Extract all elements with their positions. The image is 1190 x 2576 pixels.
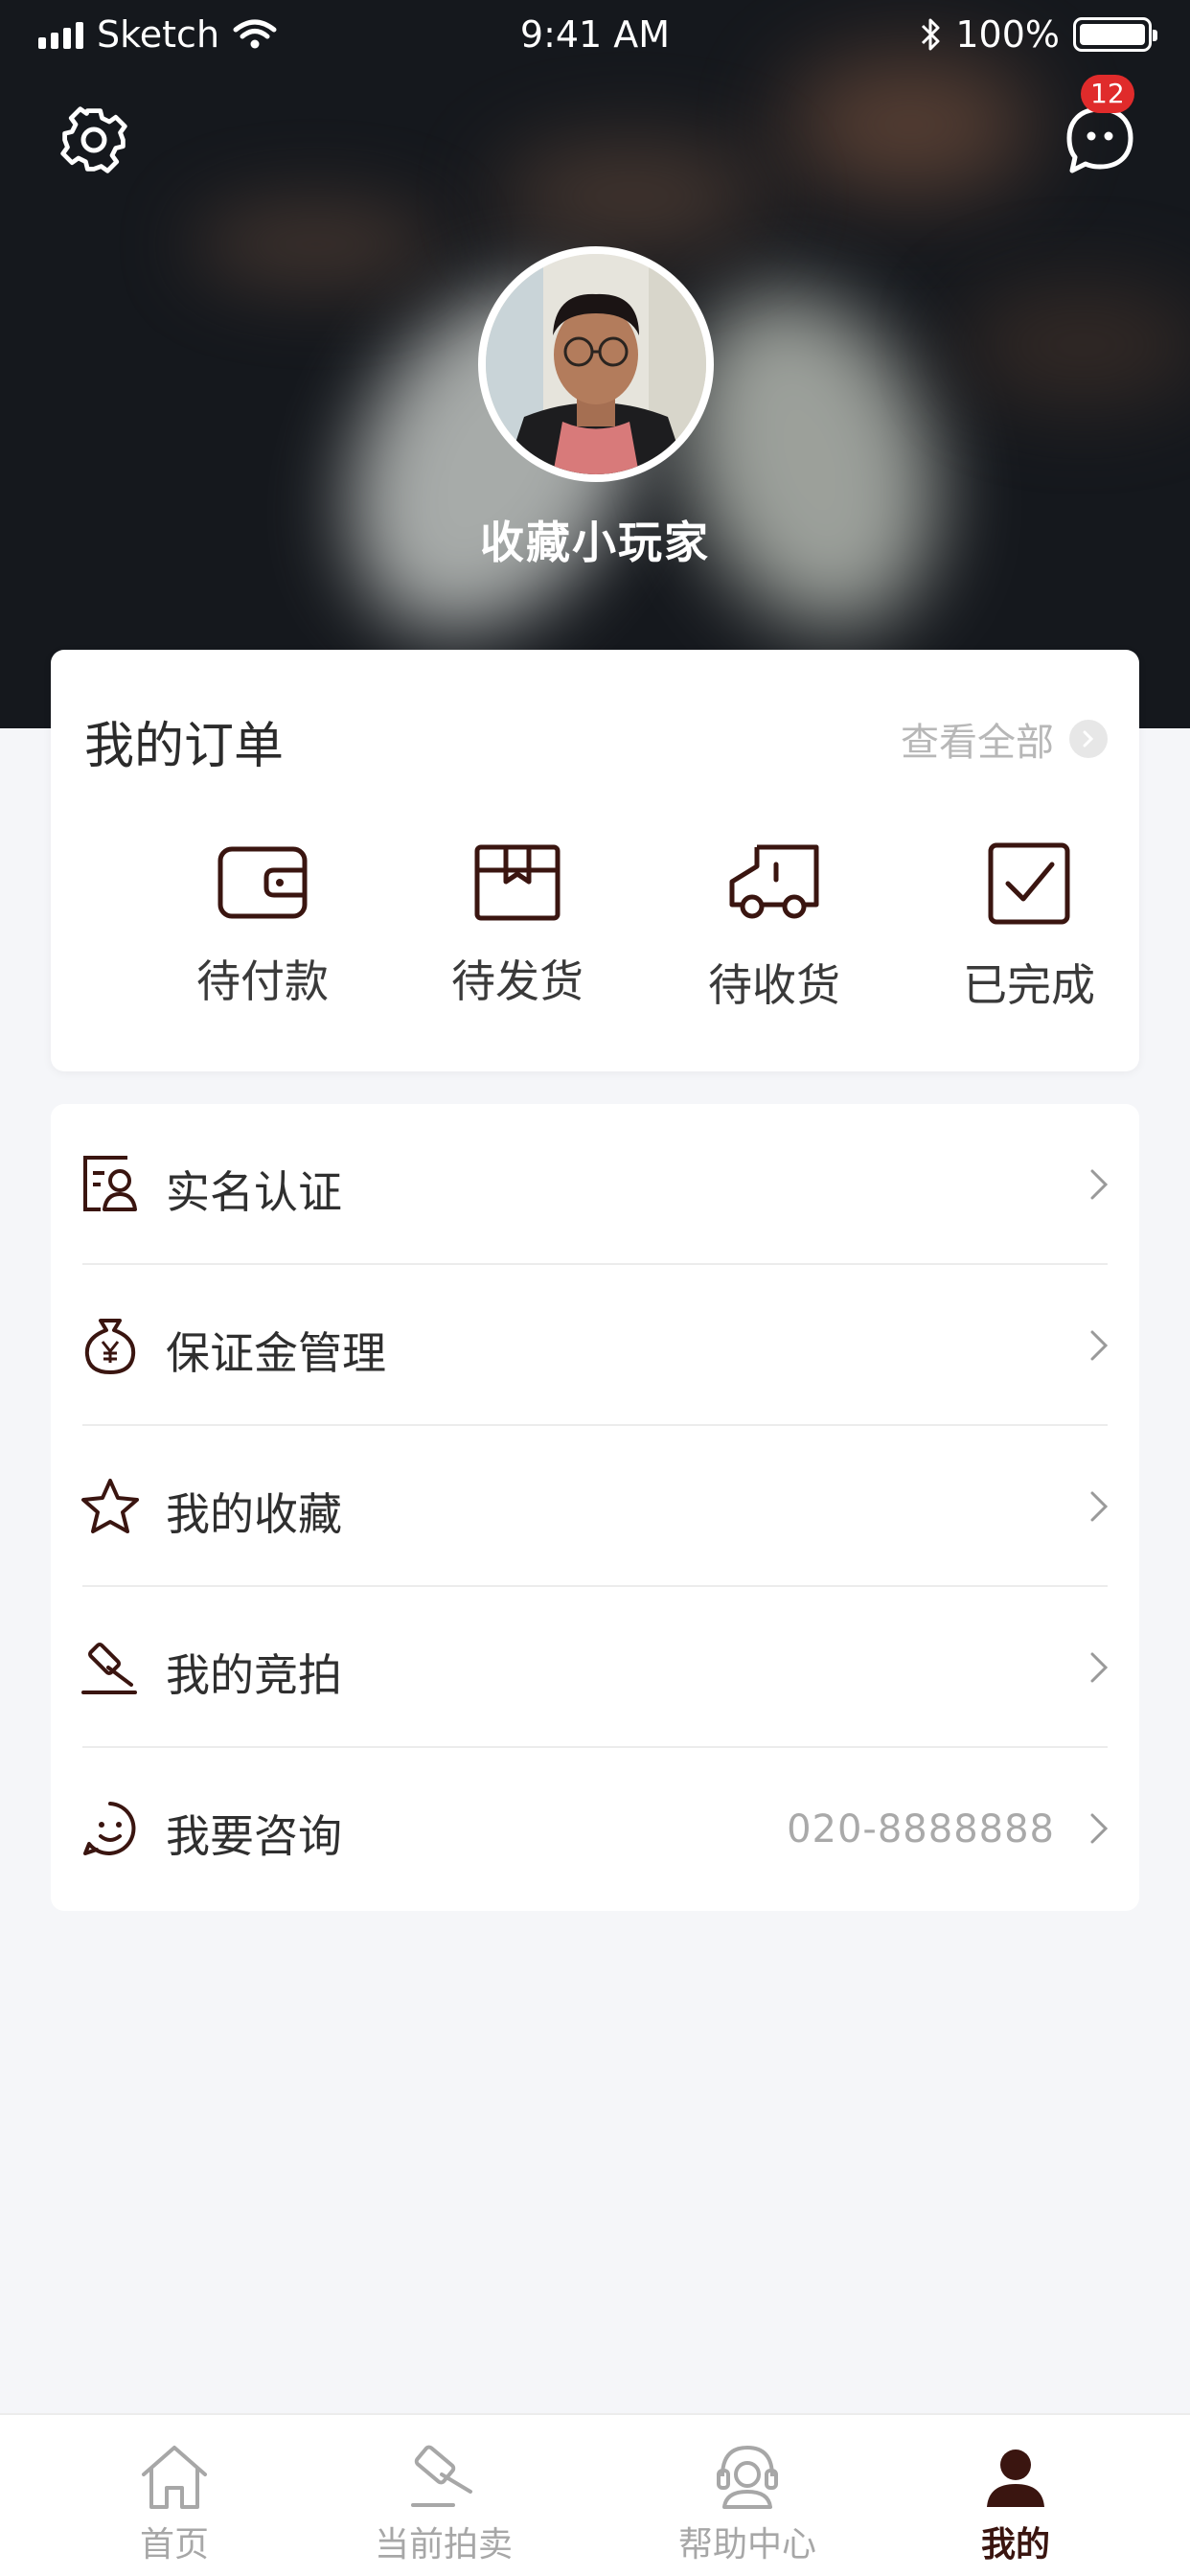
checkbox-icon bbox=[988, 842, 1070, 925]
bluetooth-icon bbox=[922, 18, 940, 51]
tab-current-auction[interactable]: 当前拍卖 bbox=[338, 2442, 549, 2566]
menu-item-label: 我的收藏 bbox=[166, 1488, 342, 1540]
star-icon bbox=[81, 1479, 139, 1533]
menu-item-real-name-verification[interactable]: 实名认证 bbox=[51, 1104, 1139, 1265]
battery-percent: 100% bbox=[955, 13, 1060, 56]
settings-menu-card: 实名认证 保证金管理 我的收藏 我的竞拍 我要咨询 020-8888888 bbox=[51, 1104, 1139, 1911]
gavel-icon bbox=[81, 1642, 137, 1694]
profile-page: Sketch 9:41 AM 100% 12 收藏小玩家 我的订单 查看全部 待… bbox=[0, 0, 1190, 2576]
consultation-phone-number[interactable]: 020-8888888 bbox=[787, 1807, 1055, 1852]
tab-mine[interactable]: 我的 bbox=[910, 2442, 1121, 2566]
menu-item-my-favorites[interactable]: 我的收藏 bbox=[51, 1426, 1139, 1587]
person-icon bbox=[987, 2450, 1044, 2507]
bottom-tab-bar: 首页 当前拍卖 帮助中心 我的 bbox=[0, 2413, 1190, 2576]
order-label: 已完成 bbox=[963, 959, 1095, 1011]
status-bar: Sketch 9:41 AM 100% bbox=[0, 0, 1190, 77]
message-count-badge: 12 bbox=[1081, 75, 1134, 113]
menu-item-label: 我要咨询 bbox=[166, 1810, 342, 1862]
headset-icon bbox=[717, 2445, 778, 2509]
tab-label: 我的 bbox=[980, 2525, 1050, 2564]
settings-button[interactable] bbox=[54, 100, 134, 180]
order-label: 待付款 bbox=[196, 955, 329, 1007]
tab-label: 帮助中心 bbox=[677, 2525, 816, 2564]
tab-help-center[interactable]: 帮助中心 bbox=[642, 2442, 853, 2566]
money-bag-icon bbox=[84, 1319, 136, 1374]
view-all-orders-link[interactable]: 查看全部 bbox=[901, 711, 1108, 767]
chevron-right-icon bbox=[1090, 1169, 1109, 1200]
chevron-right-icon bbox=[1090, 1330, 1109, 1361]
order-completed[interactable]: 已完成 bbox=[900, 841, 1158, 1033]
username: 收藏小玩家 bbox=[480, 517, 710, 568]
gear-icon bbox=[60, 106, 127, 173]
order-label: 待发货 bbox=[451, 955, 584, 1007]
orders-title: 我的订单 bbox=[84, 718, 285, 775]
avatar-image bbox=[486, 254, 706, 474]
id-card-icon bbox=[83, 1156, 137, 1211]
battery-icon bbox=[1073, 17, 1157, 52]
tab-label: 首页 bbox=[139, 2525, 209, 2564]
order-label: 待收货 bbox=[708, 959, 840, 1011]
chevron-right-icon bbox=[1090, 1652, 1109, 1683]
tab-label: 当前拍卖 bbox=[374, 2525, 513, 2564]
tab-home[interactable]: 首页 bbox=[69, 2442, 280, 2566]
gavel-icon bbox=[411, 2445, 472, 2507]
menu-item-label: 实名认证 bbox=[166, 1166, 342, 1218]
package-icon bbox=[474, 844, 561, 921]
avatar[interactable] bbox=[478, 246, 714, 482]
menu-item-label: 保证金管理 bbox=[166, 1327, 386, 1379]
menu-item-deposit-management[interactable]: 保证金管理 bbox=[51, 1265, 1139, 1426]
order-pending-shipment[interactable]: 待发货 bbox=[388, 841, 647, 1033]
order-pending-receipt[interactable]: 待收货 bbox=[645, 841, 904, 1033]
chevron-right-icon bbox=[1090, 1813, 1109, 1844]
menu-item-label: 我的竞拍 bbox=[166, 1649, 342, 1701]
order-pending-payment[interactable]: 待付款 bbox=[133, 841, 392, 1033]
home-icon bbox=[142, 2446, 207, 2509]
menu-item-consultation[interactable]: 我要咨询 020-8888888 bbox=[51, 1748, 1139, 1909]
chevron-right-icon bbox=[1090, 1491, 1109, 1522]
my-orders-card: 我的订单 查看全部 待付款 待发货 待收货 已完成 bbox=[51, 650, 1139, 1071]
truck-icon bbox=[729, 844, 819, 919]
wallet-icon bbox=[217, 846, 308, 919]
menu-item-my-bids[interactable]: 我的竞拍 bbox=[51, 1587, 1139, 1748]
view-all-label: 查看全部 bbox=[901, 721, 1054, 765]
chevron-right-circle-icon bbox=[1069, 720, 1108, 758]
smile-icon bbox=[83, 1802, 136, 1855]
